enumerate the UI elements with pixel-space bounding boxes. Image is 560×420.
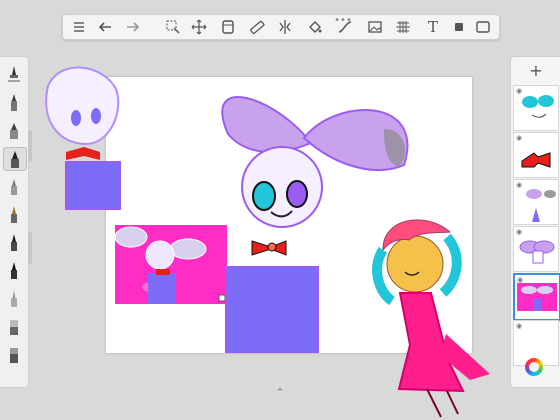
- color-wheel-icon[interactable]: [525, 358, 543, 376]
- layers-panel: + ◉ ◉ ◉ ◉ ◉ ◉: [510, 56, 560, 388]
- layer-thumbnail-bow[interactable]: ◉: [513, 132, 559, 178]
- layer-thumbnail-face[interactable]: ◉: [513, 85, 559, 131]
- bottom-handle-icon[interactable]: ⌃: [274, 386, 286, 399]
- layer-thumbnail-ears[interactable]: ◉: [513, 179, 559, 225]
- visibility-eye-icon[interactable]: ◉: [516, 322, 522, 330]
- overlay-characters: [45, 66, 490, 418]
- add-layer-button[interactable]: +: [511, 63, 560, 79]
- layer-thumbnail-body[interactable]: ◉: [513, 226, 559, 272]
- layer-thumbnail-reference[interactable]: ◉: [513, 273, 560, 321]
